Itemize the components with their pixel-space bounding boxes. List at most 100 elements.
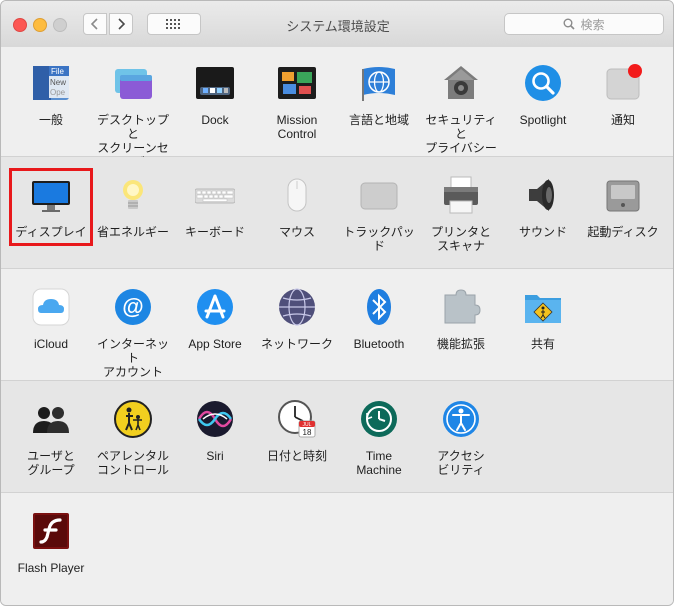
pref-spotlight[interactable]: Spotlight: [502, 53, 584, 149]
pref-trackpad[interactable]: トラックパッド: [338, 165, 420, 261]
pref-time-machine[interactable]: Time Machine: [338, 389, 420, 485]
pref-general[interactable]: File New Ope 一般: [10, 53, 92, 149]
date-time-icon: JUL 18: [277, 399, 317, 439]
minimize-window-button[interactable]: [33, 18, 47, 32]
network-icon: [277, 287, 317, 327]
pref-desktop-screensaver[interactable]: デスクトップと スクリーンセーバ: [92, 53, 174, 169]
pref-label: iCloud: [33, 337, 69, 351]
pref-accessibility[interactable]: アクセシ ビリティ: [420, 389, 502, 485]
energy-saver-icon: [113, 175, 153, 215]
pref-keyboard[interactable]: キーボード: [174, 165, 256, 261]
svg-text:18: 18: [303, 428, 312, 437]
chevron-left-icon: [90, 18, 98, 30]
pref-label: 共有: [530, 337, 555, 351]
pref-label: Time Machine: [356, 449, 402, 477]
forward-button[interactable]: [109, 13, 133, 35]
pref-label: 起動ディスク: [587, 225, 659, 239]
pref-label: ユーザと グループ: [27, 449, 75, 477]
section-hardware: ディスプレイ 省エネルギー キーボード マウス トラックパッド プリンタと スキ…: [1, 157, 673, 269]
pref-label: セキュリティと プライバシー: [425, 113, 497, 155]
pref-label: App Store: [188, 337, 242, 351]
system-preferences-window: システム環境設定 検索 File New Ope 一般 デスクトップと スクリー…: [0, 0, 674, 606]
section-internet-wireless: iCloud @ インターネット アカウント App Store ネットワーク …: [1, 269, 673, 381]
pref-security-privacy[interactable]: セキュリティと プライバシー: [420, 53, 502, 155]
pref-label: 通知: [610, 113, 635, 127]
pref-mouse[interactable]: マウス: [256, 165, 338, 261]
pref-language-region[interactable]: 言語と地域: [338, 53, 420, 149]
pref-parental-controls[interactable]: ペアレンタル コントロール: [92, 389, 174, 485]
pref-startup-disk[interactable]: 起動ディスク: [582, 165, 664, 261]
startup-disk-icon: [603, 175, 643, 215]
pref-label: Siri: [206, 449, 224, 463]
pref-app-store[interactable]: App Store: [174, 277, 256, 373]
pref-flash-player[interactable]: Flash Player: [10, 501, 92, 597]
pref-label: アクセシ ビリティ: [437, 449, 485, 477]
svg-text:File: File: [51, 67, 64, 76]
close-window-button[interactable]: [13, 18, 27, 32]
search-placeholder: 検索: [580, 17, 605, 32]
extensions-icon: [441, 287, 481, 327]
accessibility-icon: [441, 399, 481, 439]
time-machine-icon: [359, 399, 399, 439]
pref-label: ネットワーク: [260, 337, 333, 351]
bluetooth-icon: [359, 287, 399, 327]
show-all-button[interactable]: [147, 13, 201, 35]
pref-label: 日付と時刻: [266, 449, 327, 463]
users-groups-icon: [31, 399, 71, 439]
pref-label: トラックパッド: [343, 225, 415, 253]
pref-label: Flash Player: [17, 561, 85, 575]
pref-extensions[interactable]: 機能拡張: [420, 277, 502, 373]
pref-printers-scanners[interactable]: プリンタと スキャナ: [420, 165, 502, 261]
mouse-icon: [277, 175, 317, 215]
back-button[interactable]: [83, 13, 107, 35]
pref-icloud[interactable]: iCloud: [10, 277, 92, 373]
internet-accounts-icon: @: [113, 287, 153, 327]
pref-label: Dock: [201, 113, 229, 127]
sharing-icon: [523, 287, 563, 327]
pref-label: インターネット アカウント: [96, 337, 169, 379]
mission-control-icon: [277, 63, 317, 103]
pref-label: Mission Control: [276, 113, 318, 141]
pref-label: Bluetooth: [353, 337, 405, 351]
flash-player-icon: [31, 511, 71, 551]
pref-date-time[interactable]: JUL 18 日付と時刻: [256, 389, 338, 485]
sound-icon: [523, 175, 563, 215]
pref-dock[interactable]: Dock: [174, 53, 256, 149]
desktop-screensaver-icon: [113, 63, 153, 103]
pref-label: 省エネルギー: [96, 225, 169, 239]
pref-sharing[interactable]: 共有: [502, 277, 584, 373]
section-system: ユーザと グループ ペアレンタル コントロール Siri JUL 18 日付と時…: [1, 381, 673, 493]
svg-text:@: @: [122, 294, 143, 319]
pref-label: 一般: [38, 113, 63, 127]
pref-mission-control[interactable]: Mission Control: [256, 53, 338, 149]
svg-text:Ope: Ope: [50, 88, 66, 97]
pref-users-groups[interactable]: ユーザと グループ: [10, 389, 92, 485]
grid-icon: [166, 19, 180, 29]
pref-internet-accounts[interactable]: @ インターネット アカウント: [92, 277, 174, 379]
pref-label: キーボード: [184, 225, 245, 239]
pref-sound[interactable]: サウンド: [502, 165, 584, 261]
pref-label: サウンド: [518, 225, 567, 239]
pref-label: 機能拡張: [436, 337, 485, 351]
search-field[interactable]: 検索: [504, 13, 664, 35]
pref-label: プリンタと スキャナ: [430, 225, 491, 253]
pref-energy-saver[interactable]: 省エネルギー: [92, 165, 174, 261]
pref-network[interactable]: ネットワーク: [256, 277, 338, 373]
pref-label: Spotlight: [519, 113, 567, 127]
dock-icon: [195, 63, 235, 103]
section-other: Flash Player: [1, 493, 673, 605]
pref-label: マウス: [278, 225, 315, 239]
pref-bluetooth[interactable]: Bluetooth: [338, 277, 420, 373]
window-title: システム環境設定: [286, 19, 390, 34]
chevron-right-icon: [118, 18, 126, 30]
keyboard-icon: [194, 175, 236, 215]
pref-notifications[interactable]: 通知: [582, 53, 664, 149]
section-personal: File New Ope 一般 デスクトップと スクリーンセーバ: [1, 47, 673, 169]
app-store-icon: [195, 287, 235, 327]
parental-controls-icon: [113, 399, 153, 439]
pref-siri[interactable]: Siri: [174, 389, 256, 485]
zoom-window-button[interactable]: [53, 18, 67, 32]
security-icon: [441, 63, 481, 103]
siri-icon: [195, 399, 235, 439]
pref-label: 言語と地域: [348, 113, 409, 127]
